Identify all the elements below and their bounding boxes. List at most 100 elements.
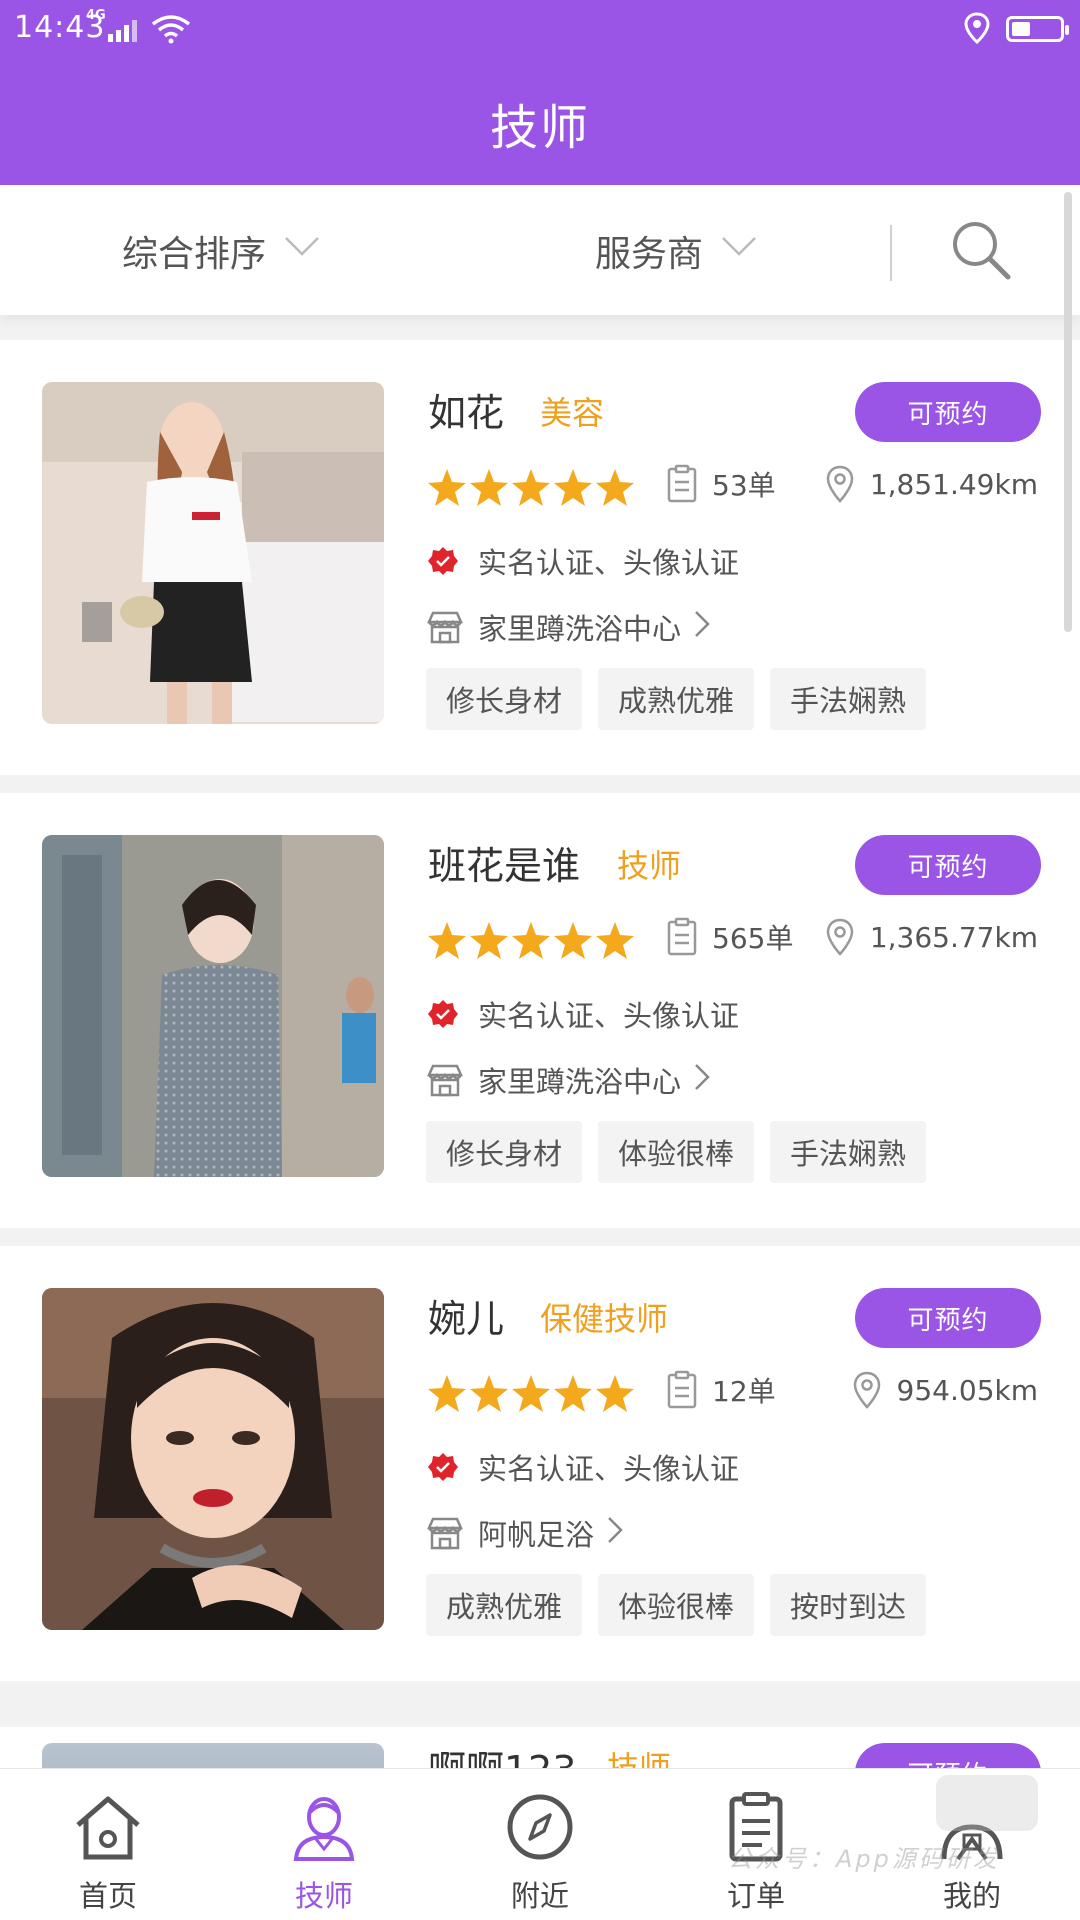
watermark-logo	[936, 1775, 1038, 1831]
verified-badge-icon	[428, 1453, 458, 1481]
tag: 按时到达	[770, 1574, 927, 1636]
network-type: 4G	[86, 8, 106, 23]
store-icon	[427, 1064, 463, 1097]
nav-label: 技师	[294, 1879, 353, 1913]
star-icon	[596, 922, 634, 959]
shop-link[interactable]: 阿帆足浴	[426, 1512, 624, 1554]
nav-home[interactable]: 首页	[0, 1769, 216, 1920]
store-icon	[427, 1517, 463, 1550]
distance: 1,365.77km	[824, 917, 1038, 957]
tag-list: 修长身材 体验很棒 手法娴熟	[426, 1121, 942, 1183]
star-icon	[512, 469, 550, 506]
watermark-text: 公众号：App源码研发	[728, 1845, 1000, 1873]
book-button[interactable]: 可预约	[855, 382, 1041, 442]
star-icon	[554, 469, 592, 506]
nav-label: 首页	[78, 1879, 137, 1913]
star-icon	[512, 1375, 550, 1412]
provider-label: 服务商	[595, 234, 704, 275]
tag: 手法娴熟	[770, 668, 927, 730]
clipboard-icon	[667, 464, 697, 503]
tag: 体验很棒	[598, 1121, 755, 1183]
order-count: 565单	[666, 917, 793, 957]
technician-name: 婉儿	[428, 1297, 505, 1341]
order-count: 53单	[666, 464, 776, 504]
tag-list: 修长身材 成熟优雅 手法娴熟	[426, 668, 942, 730]
distance-value: 1,851.49km	[869, 467, 1038, 501]
rating-stars	[426, 1372, 636, 1416]
technician-photo	[42, 1288, 384, 1630]
chevron-down-icon	[722, 237, 756, 256]
clipboard-icon	[667, 917, 697, 956]
technician-card[interactable]: 班花是谁 技师 可预约 565单 1,365.77km 实名认证、头像认证 家里…	[0, 793, 1080, 1228]
order-count: 12单	[666, 1370, 776, 1410]
star-icon	[428, 1375, 466, 1412]
filter-divider	[890, 225, 892, 281]
star-icon	[428, 922, 466, 959]
filter-bar: 综合排序 服务商	[0, 185, 1080, 315]
verification: 实名认证、头像认证	[428, 1446, 739, 1488]
nav-label: 附近	[510, 1879, 569, 1913]
shop-name: 阿帆足浴	[478, 1518, 595, 1552]
star-icon	[428, 469, 466, 506]
verification: 实名认证、头像认证	[428, 993, 739, 1035]
bottom-nav: 首页 技师 附近 订单 我的 公众号：App源码研发	[0, 1768, 1080, 1920]
technician-card[interactable]: 婉儿 保健技师 可预约 12单 954.05km 实名认证、头像认证 阿帆足浴	[0, 1246, 1080, 1681]
battery-icon	[1006, 16, 1069, 42]
tag: 成熟优雅	[598, 668, 755, 730]
star-icon	[596, 1375, 634, 1412]
tag: 手法娴熟	[770, 1121, 927, 1183]
tag: 修长身材	[426, 1121, 583, 1183]
distance: 1,851.49km	[824, 464, 1038, 504]
verified-badge-icon	[428, 547, 458, 575]
book-button[interactable]: 可预约	[855, 1288, 1041, 1348]
technician-category: 美容	[540, 394, 605, 432]
book-button[interactable]: 可预约	[855, 835, 1041, 895]
shop-link[interactable]: 家里蹲洗浴中心	[426, 1059, 711, 1101]
sort-dropdown[interactable]: 综合排序	[122, 225, 320, 277]
verification: 实名认证、头像认证	[428, 540, 739, 582]
nav-label: 订单	[726, 1879, 785, 1913]
distance: 954.05km	[851, 1370, 1038, 1410]
technician-category: 技师	[617, 847, 682, 885]
order-count-value: 53单	[712, 469, 776, 502]
order-count-value: 12单	[712, 1375, 776, 1408]
signal-icon	[108, 20, 137, 42]
tag: 成熟优雅	[426, 1574, 583, 1636]
shop-name: 家里蹲洗浴中心	[478, 612, 682, 646]
scrollbar[interactable]	[1064, 192, 1072, 632]
verification-text: 实名认证、头像认证	[478, 546, 740, 580]
tag: 修长身材	[426, 668, 583, 730]
nav-technician[interactable]: 技师	[216, 1769, 432, 1920]
technician-name: 如花	[428, 391, 505, 435]
wifi-icon	[151, 15, 191, 44]
order-count-value: 565单	[712, 922, 794, 955]
top-bar: 14:43 4G 技师	[0, 0, 1080, 185]
status-bar: 14:43 4G	[0, 0, 1080, 56]
chevron-down-icon	[285, 237, 319, 256]
tag: 体验很棒	[598, 1574, 755, 1636]
chevron-right-icon	[695, 611, 710, 637]
technician-icon	[293, 1797, 355, 1861]
nav-nearby[interactable]: 附近	[432, 1769, 648, 1920]
verified-badge-icon	[428, 1000, 458, 1028]
technician-name: 班花是谁	[428, 844, 581, 888]
store-icon	[427, 611, 463, 644]
chevron-right-icon	[695, 1064, 710, 1090]
star-icon	[554, 922, 592, 959]
star-icon	[470, 469, 508, 506]
location-pin-icon	[826, 465, 854, 503]
search-icon[interactable]	[948, 217, 1014, 283]
shop-link[interactable]: 家里蹲洗浴中心	[426, 606, 711, 648]
location-pin-icon	[826, 918, 854, 956]
distance-value: 954.05km	[896, 1373, 1038, 1407]
shop-name: 家里蹲洗浴中心	[478, 1065, 682, 1099]
technician-card[interactable]: 如花 美容 可预约 53单 1,851.49km 实名认证、头像认证 家里蹲洗浴…	[0, 340, 1080, 775]
provider-dropdown[interactable]: 服务商	[595, 225, 757, 277]
compass-icon	[507, 1794, 573, 1860]
verification-text: 实名认证、头像认证	[478, 999, 740, 1033]
rating-stars	[426, 466, 636, 510]
clipboard-icon	[667, 1370, 697, 1409]
home-icon	[76, 1796, 140, 1860]
star-icon	[470, 922, 508, 959]
verification-text: 实名认证、头像认证	[478, 1452, 740, 1486]
